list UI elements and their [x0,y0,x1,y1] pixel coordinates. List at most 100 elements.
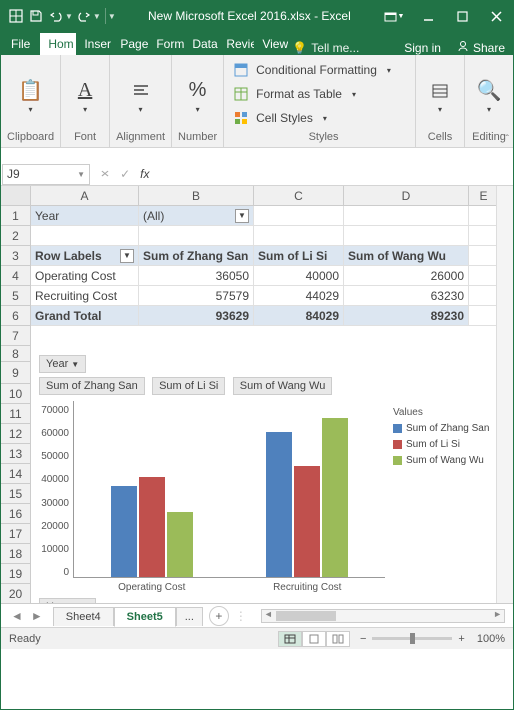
cell[interactable] [344,226,469,246]
row-header[interactable]: 12 [1,424,31,444]
cell-grid[interactable]: Year (All)▼ Row Labels▼ Sum of Zhang San… [31,206,513,603]
font-button[interactable]: A▾ [67,65,103,125]
view-page-layout-icon[interactable] [302,631,326,647]
row-header[interactable]: 19 [1,564,31,584]
paste-button[interactable]: 📋▾ [13,65,49,125]
bar-li-si[interactable] [294,466,320,577]
tab-view[interactable]: View [254,33,288,55]
row-header[interactable]: 6 [1,306,31,326]
sheet-prev-icon[interactable]: ◄ [11,609,23,623]
zoom-slider[interactable] [372,637,452,640]
bar-wang-wu[interactable] [322,418,348,577]
undo-dropdown-icon[interactable]: ▼ [65,12,73,21]
ribbon-options-icon[interactable]: ▼ [377,1,411,31]
view-normal-icon[interactable] [278,631,302,647]
chart-filter-year[interactable]: Year▼ [39,355,86,373]
pivot-grand-total[interactable]: Grand Total [31,306,139,326]
cell[interactable] [254,226,344,246]
horizontal-scrollbar[interactable]: ◄► [261,609,505,623]
share-button[interactable]: Share [449,40,513,55]
col-header-c[interactable]: C [254,186,344,205]
sheet-next-icon[interactable]: ► [31,609,43,623]
tab-data[interactable]: Data [184,33,218,55]
tab-file[interactable]: File [1,33,40,55]
sign-in[interactable]: Sign in [396,41,449,55]
pivot-row[interactable]: Operating Cost [31,266,139,286]
legend-item[interactable]: Sum of Wang Wu [393,455,497,466]
pivot-gt-val[interactable]: 93629 [139,306,254,326]
close-icon[interactable] [479,1,513,31]
chart-filter-s1[interactable]: Sum of Zhang San [39,377,145,395]
sheet-tab-sheet5[interactable]: Sheet5 [114,607,176,627]
save-icon[interactable] [27,7,45,25]
cell[interactable] [469,226,499,246]
row-header[interactable]: 11 [1,404,31,424]
undo-icon[interactable] [47,7,65,25]
pivot-col-h1[interactable]: Sum of Zhang San [139,246,254,266]
redo-icon[interactable] [75,7,93,25]
row-header[interactable]: 8 [1,346,31,362]
enter-formula-icon[interactable]: ✓ [120,167,130,181]
bar-li-si[interactable] [139,477,165,577]
pivot-val[interactable]: 40000 [254,266,344,286]
row-header[interactable]: 3 [1,246,31,266]
row-header[interactable]: 1 [1,206,31,226]
view-page-break-icon[interactable] [326,631,350,647]
vertical-scrollbar[interactable] [496,186,513,603]
redo-dropdown-icon[interactable]: ▼ [93,12,101,21]
qat-customize-icon[interactable]: ▼ [108,12,116,21]
cell[interactable] [469,206,499,226]
row-header[interactable]: 13 [1,444,31,464]
pivot-val[interactable]: 26000 [344,266,469,286]
tab-review[interactable]: Revie [218,33,254,55]
zoom-in-button[interactable]: + [458,633,464,645]
tab-page-layout[interactable]: Page [112,33,148,55]
pivot-val[interactable]: 57579 [139,286,254,306]
row-header[interactable]: 14 [1,464,31,484]
col-header-a[interactable]: A [31,186,139,205]
cells-button[interactable]: ▾ [422,65,458,125]
pivot-val[interactable]: 44029 [254,286,344,306]
pivot-gt-val[interactable]: 84029 [254,306,344,326]
zoom-level[interactable]: 100% [477,633,505,645]
chart-filter-usage[interactable]: Usage▼ [39,598,96,603]
col-header-e[interactable]: E [469,186,499,205]
tab-insert[interactable]: Inser [76,33,112,55]
cancel-formula-icon[interactable]: ✕ [100,168,110,179]
row-header[interactable]: 2 [1,226,31,246]
excel-icon[interactable] [7,7,25,25]
chevron-down-icon[interactable]: ▼ [77,170,85,179]
pivot-row-labels[interactable]: Row Labels▼ [31,246,139,266]
pivot-val[interactable]: 63230 [344,286,469,306]
scrollbar-thumb[interactable] [276,611,336,621]
chart-filter-s2[interactable]: Sum of Li Si [152,377,225,395]
tab-formulas[interactable]: Form [148,33,184,55]
row-header[interactable]: 10 [1,384,31,404]
maximize-icon[interactable] [445,1,479,31]
row-header[interactable]: 20 [1,584,31,603]
pivot-val[interactable]: 36050 [139,266,254,286]
pivot-chart[interactable]: Year▼ Sum of Zhang San Sum of Li Si Sum … [31,349,497,603]
zoom-out-button[interactable]: − [360,633,366,645]
row-header[interactable]: 18 [1,544,31,564]
number-button[interactable]: %▾ [180,65,216,125]
select-all-corner[interactable] [1,186,31,205]
cell[interactable] [139,226,254,246]
cell[interactable] [469,266,499,286]
minimize-icon[interactable] [411,1,445,31]
format-as-table-button[interactable]: Format as Table▾ [232,83,415,105]
cell[interactable] [254,206,344,226]
conditional-formatting-button[interactable]: Conditional Formatting▾ [232,59,415,81]
col-header-b[interactable]: B [139,186,254,205]
bar-wang-wu[interactable] [167,512,193,577]
bar-zhang-san[interactable] [111,486,137,577]
pivot-gt-val[interactable]: 89230 [344,306,469,326]
cell[interactable] [469,246,499,266]
name-box[interactable]: J9▼ [2,164,90,185]
row-header[interactable]: 15 [1,484,31,504]
cell[interactable] [344,206,469,226]
pivot-row[interactable]: Recruiting Cost [31,286,139,306]
pivot-col-h3[interactable]: Sum of Wang Wu [344,246,469,266]
row-header[interactable]: 4 [1,266,31,286]
pivot-col-h2[interactable]: Sum of Li Si [254,246,344,266]
